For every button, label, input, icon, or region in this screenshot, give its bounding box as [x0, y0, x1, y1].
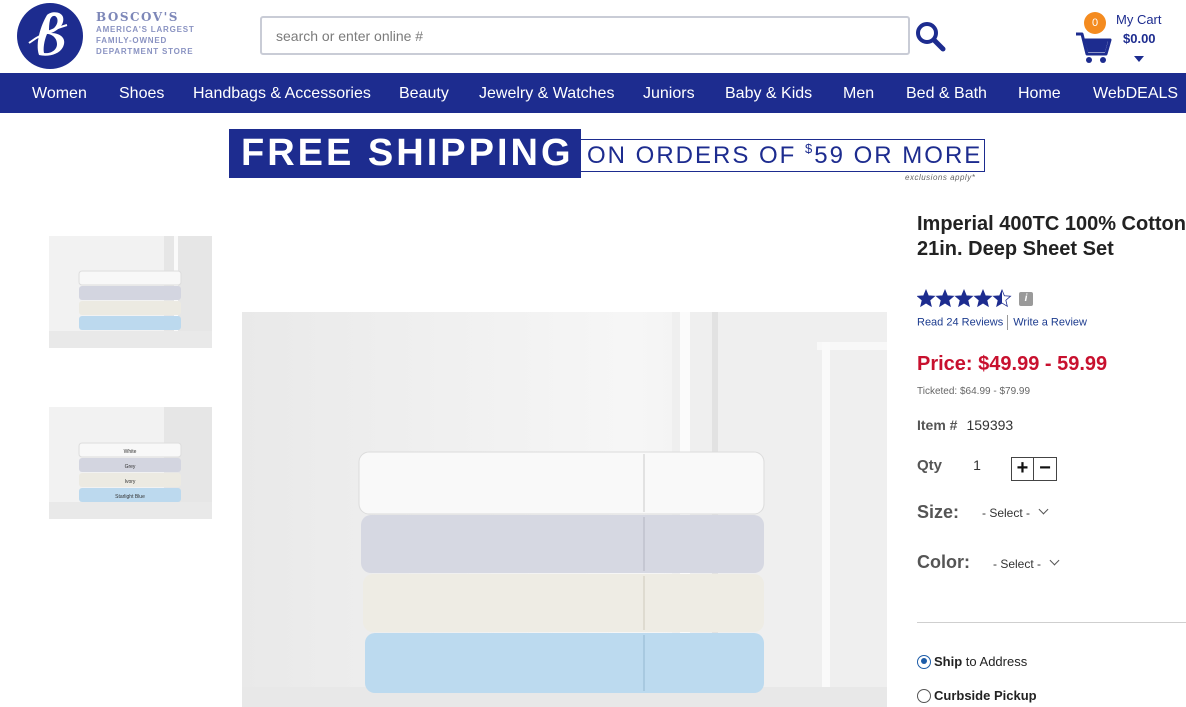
sheet-stack-main-image	[242, 312, 887, 707]
thumb-label-ivory: Ivory	[125, 479, 136, 485]
chevron-down-icon	[1049, 555, 1060, 566]
banner-exclusions-note: exclusions apply*	[905, 173, 976, 182]
cart-button[interactable]: 0 My Cart $0.00	[1074, 10, 1174, 68]
ticketed-price: Ticketed: $64.99 - $79.99	[917, 386, 1031, 397]
nav-item-jewelry-watches[interactable]: Jewelry & Watches	[479, 85, 614, 103]
thumb-label-grey: Grey	[125, 464, 136, 470]
boscovs-logo[interactable]	[17, 3, 83, 69]
cart-label: My Cart	[1116, 12, 1162, 27]
rating-star	[992, 288, 1012, 308]
site-header: BOSCOV'S AMERICA'S LARGEST FAMILY-OWNED …	[0, 0, 1186, 73]
search-button[interactable]	[914, 20, 946, 52]
thumb-label-starlight-blue: Starlight Blue	[115, 494, 145, 500]
review-links: Read 24 Reviews Write a Review	[917, 315, 1087, 330]
star-rating[interactable]	[916, 288, 1013, 309]
brand-name: BOSCOV'S	[96, 10, 179, 24]
shopping-cart-icon	[1076, 32, 1112, 63]
ship-label-bold: Ship	[934, 654, 963, 669]
color-select[interactable]: - Select -	[993, 555, 1060, 571]
rating-stars-icon	[916, 288, 1012, 308]
product-price: Price: $49.99 - 59.99	[917, 353, 1108, 375]
nav-item-men[interactable]: Men	[843, 85, 874, 103]
chevron-down-icon[interactable]	[1134, 56, 1144, 62]
free-shipping-banner[interactable]: FREE SHIPPING ON ORDERS OF $59 OR MORE e…	[229, 129, 985, 183]
chevron-down-icon	[1038, 504, 1049, 515]
search-icon	[916, 22, 946, 52]
thumb-label-white: White	[124, 449, 137, 455]
nav-item-baby-kids[interactable]: Baby & Kids	[725, 85, 812, 103]
ship-to-address-option[interactable]: Ship to Address	[917, 654, 1027, 669]
info-icon[interactable]: i	[1019, 292, 1033, 306]
nav-item-bed-bath[interactable]: Bed & Bath	[906, 85, 987, 103]
qty-decrease-button[interactable]: −	[1034, 458, 1056, 480]
qty-label: Qty	[917, 457, 943, 474]
banner-offer: ON ORDERS OF $59 OR MORE	[579, 139, 985, 172]
item-number-row: Item # 159393	[917, 417, 1013, 433]
review-divider	[1007, 315, 1009, 330]
sheet-colors-image: White Grey Ivory Starlight Blue	[49, 407, 212, 519]
ship-radio[interactable]	[917, 654, 931, 669]
brand-tagline-2: FAMILY-OWNED	[96, 36, 168, 45]
nav-item-beauty[interactable]: Beauty	[399, 85, 449, 103]
read-reviews-link[interactable]: Read 24 Reviews	[917, 316, 1003, 328]
item-number-value: 159393	[966, 417, 1014, 433]
product-info: Imperial 400TC 100% Cotton 21in. Deep Sh…	[917, 212, 1186, 262]
banner-offer-prefix: ON ORDERS OF	[587, 142, 806, 169]
rating-star	[973, 288, 993, 308]
write-review-link[interactable]: Write a Review	[1013, 316, 1087, 328]
product-main-image[interactable]	[242, 312, 887, 707]
brand-tagline-1: AMERICA'S LARGEST	[96, 25, 195, 34]
brand-tagline-3: DEPARTMENT STORE	[96, 47, 194, 56]
nav-item-handbags-accessories[interactable]: Handbags & Accessories	[193, 85, 371, 103]
search-box	[260, 16, 910, 55]
banner-offer-dollar: $	[805, 141, 815, 156]
search-input[interactable]	[262, 18, 908, 53]
nav-item-juniors[interactable]: Juniors	[643, 85, 695, 103]
product-title: Imperial 400TC 100% Cotton 21in. Deep Sh…	[917, 213, 1186, 260]
nav-item-home[interactable]: Home	[1018, 85, 1061, 103]
rating-star	[935, 288, 955, 308]
rating-star	[954, 288, 974, 308]
size-select-value: - Select -	[982, 506, 1031, 520]
rating-star	[916, 288, 936, 308]
main-nav: Women Shoes Handbags & Accessories Beaut…	[0, 73, 1186, 113]
sheet-stack-image	[49, 236, 212, 348]
curbside-pickup-option[interactable]: Curbside Pickup	[917, 688, 1037, 703]
banner-offer-amount: 59 OR MORE	[814, 142, 983, 169]
size-select[interactable]: - Select -	[982, 504, 1049, 520]
color-label: Color:	[917, 552, 970, 572]
nav-item-webdeals[interactable]: WebDEALS	[1093, 85, 1178, 103]
fulfillment-divider	[917, 622, 1186, 623]
item-number-label: Item #	[917, 417, 958, 433]
qty-stepper: + −	[1011, 457, 1057, 481]
qty-input[interactable]	[962, 455, 992, 475]
ship-label-rest: to Address	[962, 654, 1028, 669]
logo-b-mark	[28, 12, 68, 56]
nav-item-women[interactable]: Women	[32, 85, 87, 103]
banner-headline: FREE SHIPPING	[229, 129, 581, 178]
product-thumbnail-1[interactable]	[49, 236, 212, 348]
product-thumbnail-2[interactable]: White Grey Ivory Starlight Blue	[49, 407, 212, 519]
cart-total: $0.00	[1123, 31, 1156, 46]
pickup-label: Curbside Pickup	[934, 688, 1037, 703]
nav-item-shoes[interactable]: Shoes	[119, 85, 164, 103]
color-select-value: - Select -	[993, 557, 1042, 571]
logo-wordmark: BOSCOV'S AMERICA'S LARGEST FAMILY-OWNED …	[96, 10, 195, 57]
qty-increase-button[interactable]: +	[1012, 458, 1034, 480]
size-label: Size:	[917, 502, 960, 522]
pickup-radio[interactable]	[917, 688, 931, 703]
